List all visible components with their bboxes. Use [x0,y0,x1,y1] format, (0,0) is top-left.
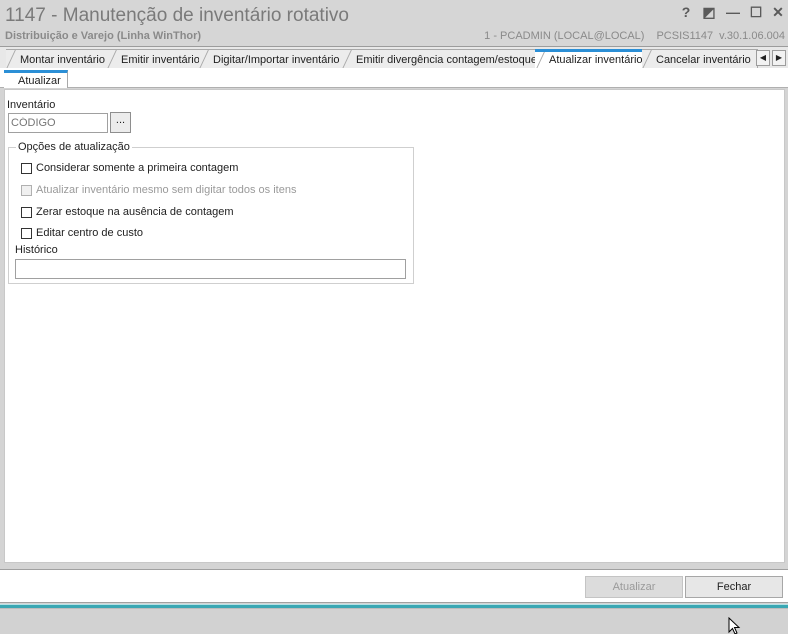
tab-digitar-importar-inventario[interactable]: Digitar/Importar inventário [199,49,347,69]
window-subtitle: Distribuição e Varejo (Linha WinThor) [5,30,202,42]
tab-atualizar-inventario[interactable]: Atualizar inventário [535,49,650,70]
historico-label: Histórico [15,244,58,256]
maximize-icon[interactable]: ☐ [748,4,764,20]
option-atualizar-sem-digitar: Atualizar inventário mesmo sem digitar t… [21,184,296,196]
tab-scroll-right-icon[interactable]: ▶ [772,50,786,66]
lookup-button[interactable]: ... [110,112,131,133]
atualizar-button: Atualizar [585,576,683,598]
tab-emitir-inventario[interactable]: Emitir inventário [107,49,207,69]
checkbox-icon [21,184,32,196]
tab-cancelar-inventario[interactable]: Cancelar inventário [642,49,758,69]
main-tab-strip: Montar inventário Emitir inventário Digi… [0,46,788,70]
codigo-input[interactable] [8,113,108,133]
help-icon[interactable]: ? [678,4,694,20]
restore-icon[interactable]: ◩ [701,4,717,20]
option-primeira-contagem[interactable]: Considerar somente a primeira contagem [21,162,238,174]
program-code: PCSIS1147 [656,30,714,42]
program-version: v.30.1.06.004 [719,30,785,42]
title-bar: 1147 - Manutenção de inventário rotativo… [0,0,788,46]
tab-montar-inventario[interactable]: Montar inventário [6,49,112,69]
inventario-label: Inventário [7,99,56,111]
status-bar [0,608,788,634]
footer-bar: Atualizar Fechar [0,569,788,603]
fechar-button[interactable]: Fechar [685,576,783,598]
session-user: 1 - PCADMIN (LOCAL@LOCAL) [484,30,645,42]
options-group: Opções de atualização Considerar somente… [8,141,414,284]
checkbox-icon[interactable] [21,206,32,218]
historico-input[interactable] [15,259,406,279]
checkbox-icon[interactable] [21,162,32,174]
option-zerar-estoque[interactable]: Zerar estoque na ausência de contagem [21,206,234,218]
subtab-atualizar[interactable]: Atualizar [4,70,68,88]
checkbox-icon[interactable] [21,227,32,239]
option-label: Zerar estoque na ausência de contagem [36,206,234,218]
close-icon[interactable]: ✕ [770,4,786,20]
options-group-title: Opções de atualização [16,141,132,153]
option-editar-centro-custo[interactable]: Editar centro de custo [21,227,143,239]
sub-tab-strip: Atualizar [0,68,788,88]
tab-scroll-left-icon[interactable]: ◀ [756,50,770,66]
window-title: 1147 - Manutenção de inventário rotativo [5,5,349,26]
option-label: Atualizar inventário mesmo sem digitar t… [36,184,297,196]
option-label: Considerar somente a primeira contagem [36,162,239,174]
option-label: Editar centro de custo [36,227,144,239]
tab-emitir-divergencia[interactable]: Emitir divergência contagem/estoque [342,49,544,69]
session-info: 1 - PCADMIN (LOCAL@LOCAL) PCSIS1147 v.30.1… [472,30,785,42]
mouse-cursor-icon [728,617,741,634]
main-panel: Inventário ... Opções de atualização Con… [4,89,785,563]
minimize-icon[interactable]: — [725,4,741,20]
